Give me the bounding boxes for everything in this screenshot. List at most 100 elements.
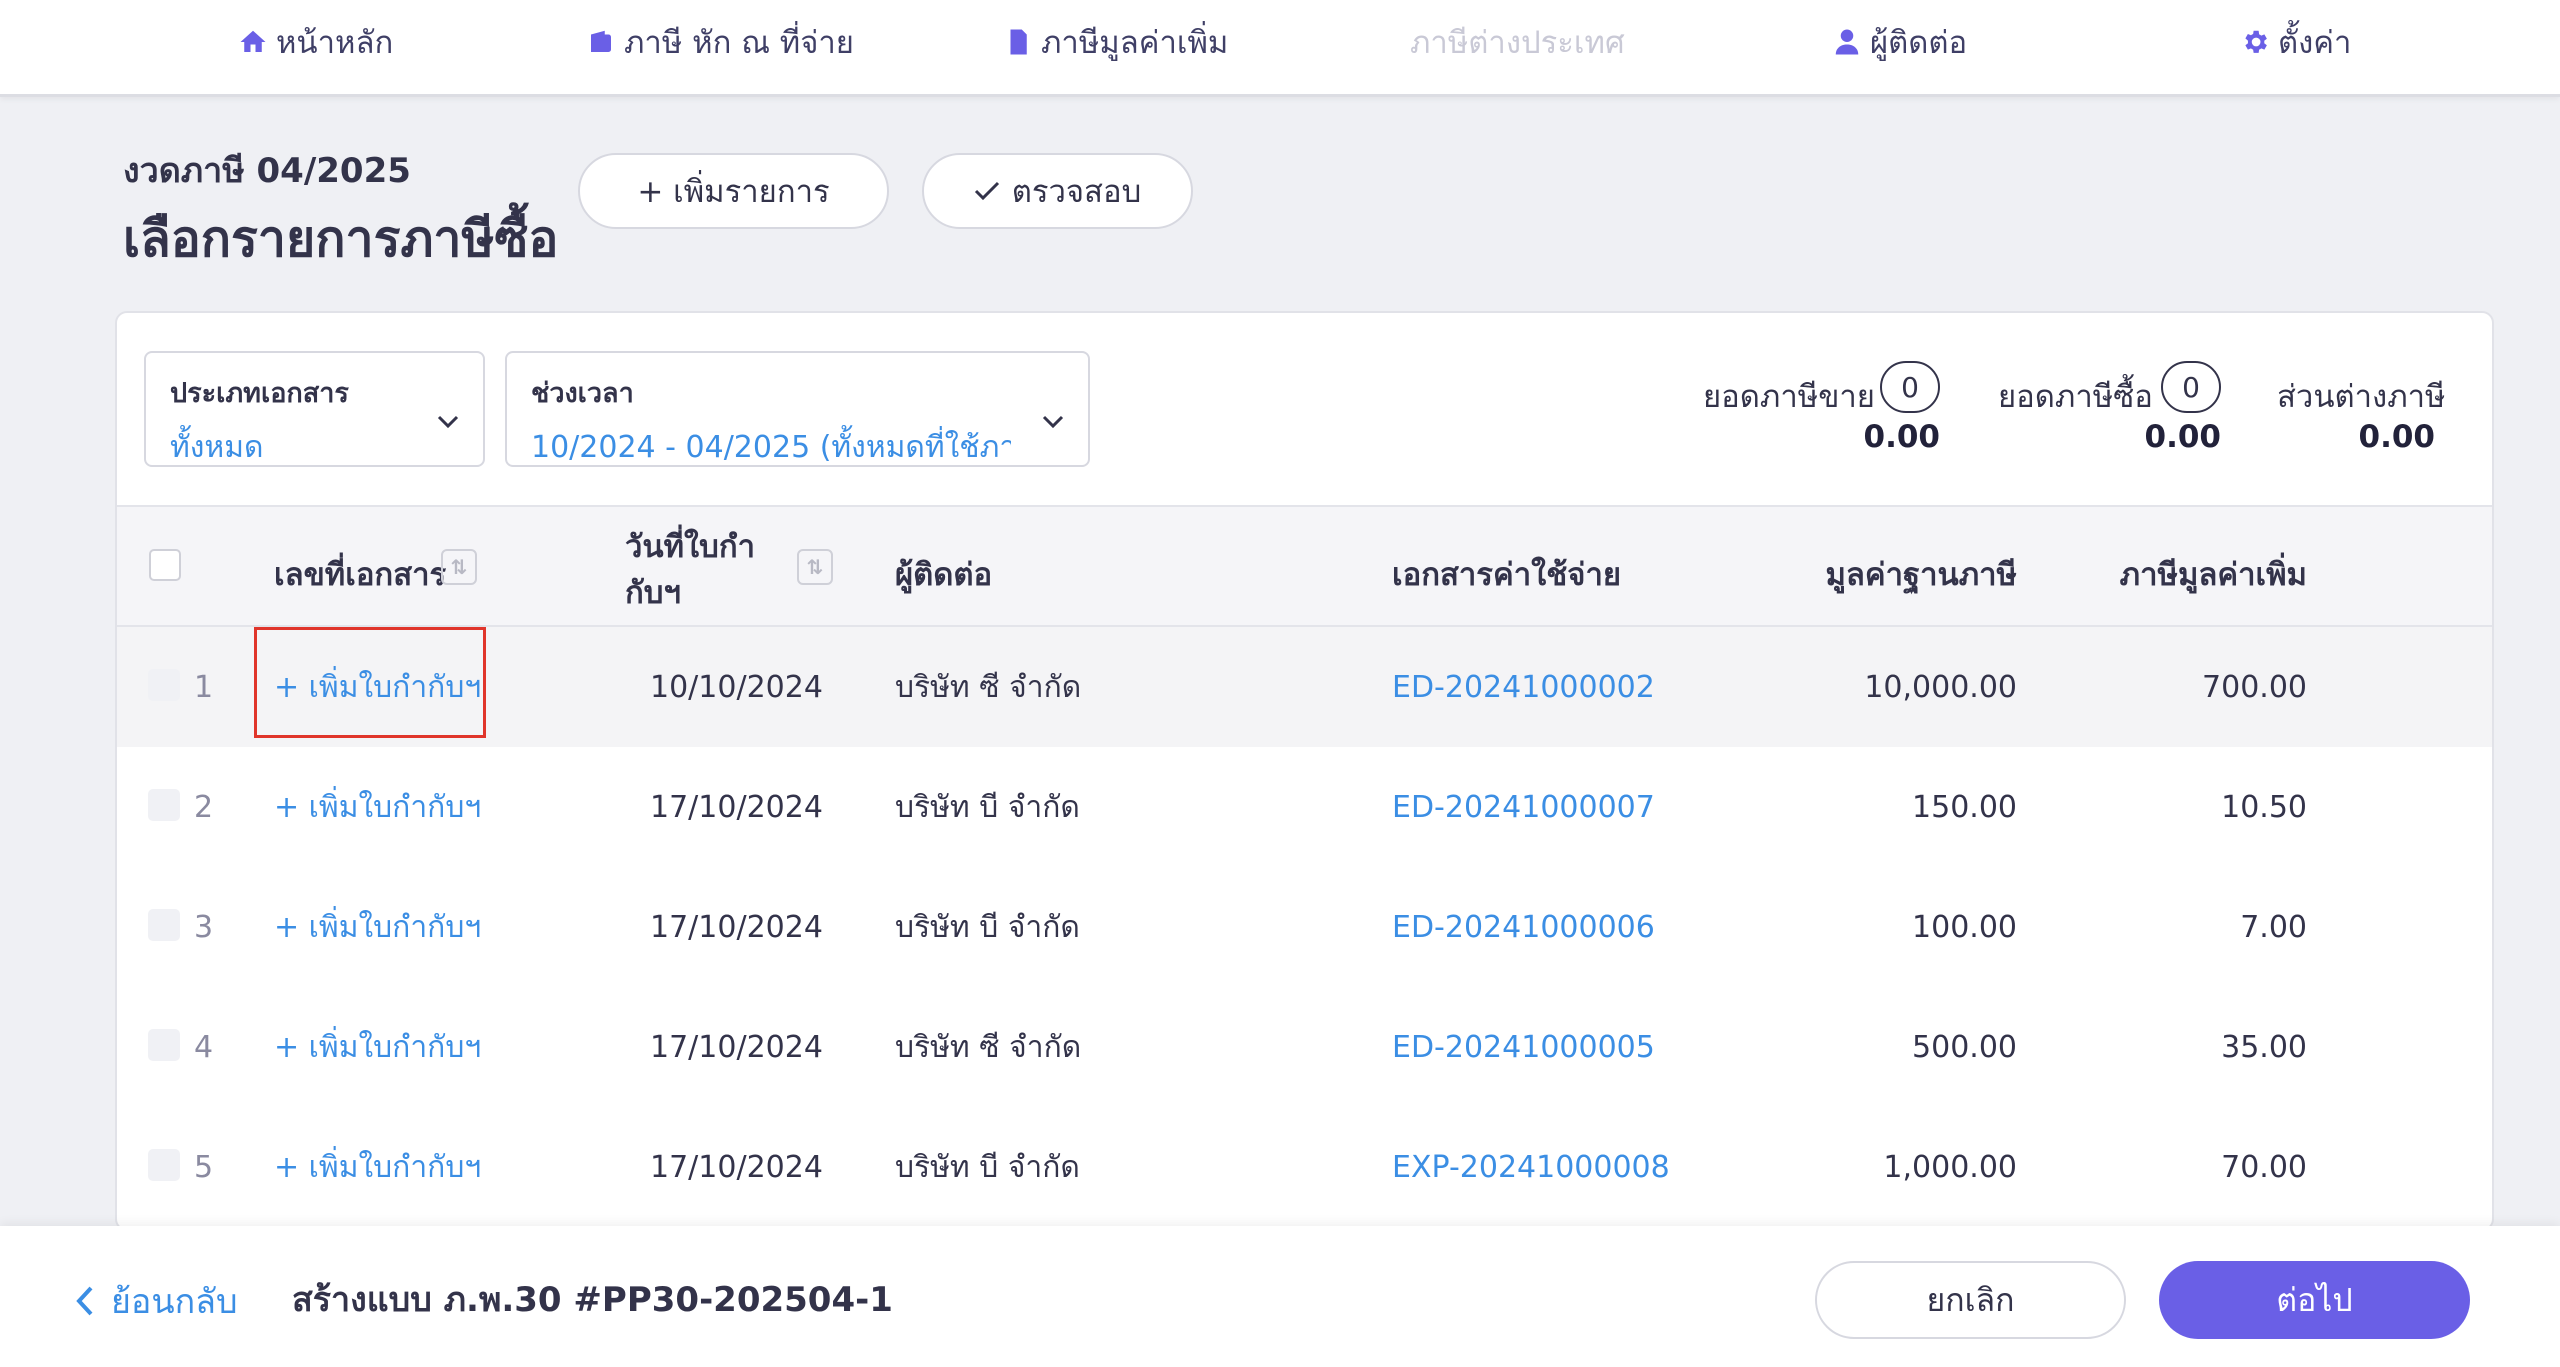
row-number: 1 (194, 669, 214, 705)
tax-base-value: 100.00 (1912, 909, 2017, 945)
sort-icon[interactable]: ⇅ (441, 549, 477, 585)
bottom-action-bar: ย้อนกลับ สร้างแบบ ภ.พ.30 #PP30-202504-1 … (0, 1226, 2560, 1367)
add-invoice-link[interactable]: + เพิ่มใบกำกับฯ (274, 1107, 481, 1227)
expense-doc-link[interactable]: ED-20241000002 (1392, 627, 1655, 747)
expense-doc-link[interactable]: EXP-20241000008 (1392, 1107, 1670, 1227)
nav-label: ตั้งค่า (2278, 25, 2352, 61)
purchase-tax-count: 0 (2161, 361, 2221, 413)
add-invoice-link[interactable]: + เพิ่มใบกำกับฯ (274, 987, 481, 1107)
contact-name: บริษัท บี จำกัด (895, 1149, 1080, 1185)
tax-base-value: 10,000.00 (1864, 669, 2017, 705)
row-number: 2 (194, 789, 214, 825)
col-doc-no: เลขที่เอกสาร (274, 557, 447, 593)
tax-period: งวดภาษี 04/2025 (123, 151, 411, 191)
add-item-button[interactable]: + เพิ่มรายการ (578, 153, 889, 229)
expense-doc-link[interactable]: ED-20241000005 (1392, 987, 1655, 1107)
sales-tax-label: ยอดภาษีขาย (1703, 379, 1875, 415)
invoice-date: 17/10/2024 (650, 909, 823, 945)
nav-item-settings[interactable]: ตั้งค่า (2240, 18, 2351, 66)
add-invoice-link[interactable]: + เพิ่มใบกำกับฯ (274, 627, 481, 747)
gear-icon (2245, 30, 2267, 53)
document-icon (1010, 29, 1027, 55)
tax-difference-value: 0.00 (2358, 419, 2436, 455)
col-expense-doc: เอกสารค่าใช้จ่าย (1392, 557, 1622, 593)
back-button[interactable]: ย้อนกลับ (75, 1274, 238, 1328)
contact-name: บริษัท ซี จำกัด (895, 669, 1082, 705)
contact-name: บริษัท ซี จำกัด (895, 1029, 1082, 1065)
check-button[interactable]: ตรวจสอบ (922, 153, 1193, 229)
person-icon (1835, 29, 1859, 55)
tax-base-value: 1,000.00 (1883, 1149, 2017, 1185)
expense-doc-link[interactable]: ED-20241000006 (1392, 867, 1655, 987)
nav-label: ภาษีต่างประเทศ (1410, 25, 1625, 61)
contact-name: บริษัท บี จำกัด (895, 789, 1080, 825)
page-title: เลือกรายการภาษีซื้อ (123, 210, 559, 268)
nav-label: ภาษีมูลค่าเพิ่ม (1041, 25, 1229, 61)
doc-type-label: ประเภทเอกสาร (170, 378, 349, 409)
nav-item-withholding-tax[interactable]: ภาษี หัก ณ ที่จ่าย (586, 18, 854, 66)
nav-item-home[interactable]: หน้าหลัก (238, 18, 393, 66)
row-checkbox[interactable] (148, 669, 180, 701)
form-document-name: สร้างแบบ ภ.พ.30 #PP30-202504-1 (292, 1280, 893, 1320)
tax-base-value: 150.00 (1912, 789, 2017, 825)
purchase-tax-value: 0.00 (2144, 419, 2222, 455)
sort-icon[interactable]: ⇅ (797, 549, 833, 585)
cancel-button[interactable]: ยกเลิก (1815, 1261, 2126, 1339)
invoice-date: 17/10/2024 (650, 789, 823, 825)
cancel-label: ยกเลิก (1926, 1280, 2015, 1319)
chevron-down-icon (1042, 415, 1064, 429)
table-row[interactable]: 3 + เพิ่มใบกำกับฯ 17/10/2024 บริษัท บี จ… (117, 867, 2492, 987)
row-number: 3 (194, 909, 214, 945)
doc-type-value: ทั้งหมด (170, 430, 264, 465)
next-label: ต่อไป (2276, 1280, 2353, 1319)
invoice-date: 17/10/2024 (650, 1149, 823, 1185)
nav-label: ผู้ติดต่อ (1870, 25, 1968, 61)
sales-tax-count: 0 (1880, 361, 1940, 413)
row-checkbox[interactable] (148, 1029, 180, 1061)
table-row[interactable]: 1 + เพิ่มใบกำกับฯ 10/10/2024 บริษัท ซี จ… (117, 627, 2492, 747)
chevron-left-icon (76, 1286, 93, 1316)
home-icon (240, 30, 266, 52)
select-all-checkbox[interactable] (149, 549, 181, 581)
row-checkbox[interactable] (148, 1149, 180, 1181)
period-label: ช่วงเวลา (531, 378, 634, 409)
vat-value: 70.00 (2221, 1149, 2307, 1185)
check-label: ตรวจสอบ (1011, 174, 1142, 210)
next-button[interactable]: ต่อไป (2159, 1261, 2470, 1339)
col-date-line1: วันที่ใบกำ (625, 529, 756, 565)
nav-item-vat[interactable]: ภาษีมูลค่าเพิ่ม (1003, 18, 1228, 66)
col-contact: ผู้ติดต่อ (895, 557, 993, 593)
vat-value: 7.00 (2240, 909, 2307, 945)
back-label: ย้อนกลับ (111, 1282, 238, 1322)
nav-item-contacts[interactable]: ผู้ติดต่อ (1832, 18, 1967, 66)
table-row[interactable]: 5 + เพิ่มใบกำกับฯ 17/10/2024 บริษัท บี จ… (117, 1107, 2492, 1227)
row-checkbox[interactable] (148, 789, 180, 821)
table-header: เลขที่เอกสาร ⇅ วันที่ใบกำ กับฯ ⇅ ผู้ติดต… (117, 505, 2492, 627)
nav-item-foreign-tax: ภาษีต่างประเทศ (1410, 18, 1625, 66)
add-invoice-link[interactable]: + เพิ่มใบกำกับฯ (274, 747, 481, 867)
doc-type-select[interactable]: ประเภทเอกสาร ทั้งหมด (144, 351, 485, 467)
period-select[interactable]: ช่วงเวลา 10/2024 - 04/2025 (ทั้งหมดที่ใช… (505, 351, 1090, 467)
tax-base-value: 500.00 (1912, 1029, 2017, 1065)
col-vat: ภาษีมูลค่าเพิ่ม (2119, 557, 2307, 593)
col-date-line2: กับฯ (625, 575, 681, 611)
nav-label: หน้าหลัก (276, 25, 394, 61)
add-invoice-link[interactable]: + เพิ่มใบกำกับฯ (274, 867, 481, 987)
table-row[interactable]: 4 + เพิ่มใบกำกับฯ 17/10/2024 บริษัท ซี จ… (117, 987, 2492, 1107)
row-checkbox[interactable] (148, 909, 180, 941)
checkmark-icon (974, 181, 999, 201)
top-navigation: หน้าหลัก ภาษี หัก ณ ที่จ่าย ภาษีมูลค่าเพ… (0, 0, 2560, 97)
expense-doc-link[interactable]: ED-20241000007 (1392, 747, 1655, 867)
col-tax-base: มูลค่าฐานภาษี (1825, 557, 2017, 593)
table-row[interactable]: 2 + เพิ่มใบกำกับฯ 17/10/2024 บริษัท บี จ… (117, 747, 2492, 867)
period-value: 10/2024 - 04/2025 (ทั้งหมดที่ใช้ภา... (531, 430, 1011, 465)
tax-difference-label: ส่วนต่างภาษี (2277, 379, 2446, 415)
chevron-down-icon (437, 415, 459, 429)
row-number: 5 (194, 1149, 214, 1185)
vat-value: 35.00 (2221, 1029, 2307, 1065)
purchase-tax-card: ประเภทเอกสาร ทั้งหมด ช่วงเวลา 10/2024 - … (115, 311, 2494, 1231)
purchase-tax-label: ยอดภาษีซื้อ (1998, 379, 2153, 415)
row-number: 4 (194, 1029, 214, 1065)
invoice-date: 17/10/2024 (650, 1029, 823, 1065)
invoice-date: 10/10/2024 (650, 669, 823, 705)
